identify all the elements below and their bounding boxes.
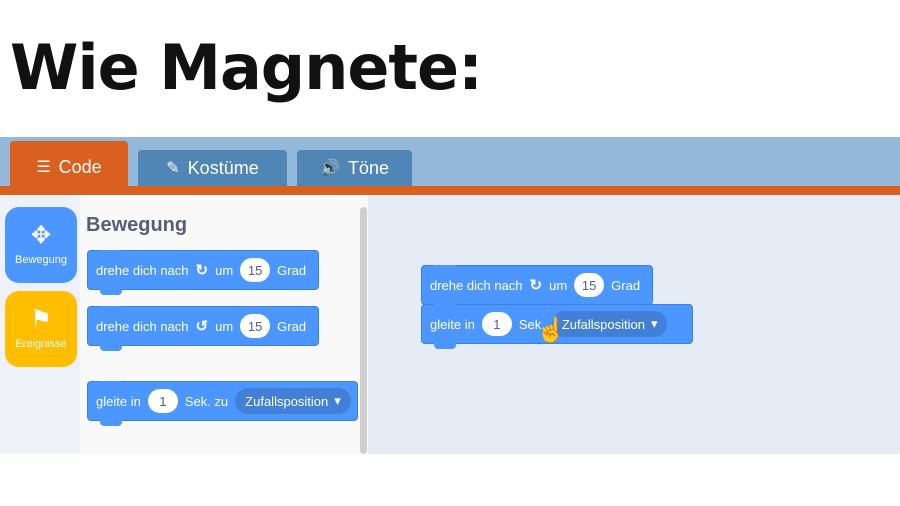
target-dropdown[interactable]: Zufallsposition ▾ xyxy=(551,311,668,337)
block-notch xyxy=(100,288,122,295)
block-text: gleite in xyxy=(430,316,475,332)
block-text: drehe dich nach xyxy=(430,277,523,293)
block-notch xyxy=(100,344,122,351)
palette-scrollbar[interactable] xyxy=(360,207,367,454)
block-text: gleite in xyxy=(96,393,141,409)
hand-cursor-icon: ☝ xyxy=(536,317,566,344)
seconds-input[interactable]: 1 xyxy=(147,389,178,413)
dropdown-value: Zufallsposition xyxy=(561,316,645,332)
degrees-input[interactable]: 15 xyxy=(240,314,271,338)
tab-sounds[interactable]: 🔊 Töne xyxy=(297,150,412,186)
category-events-label: Ereignisse xyxy=(15,338,67,350)
category-column: ✥ Bewegung ⚑ Ereignisse xyxy=(0,195,80,454)
flag-icon: ⚑ xyxy=(30,306,52,333)
palette-block-glide[interactable]: gleite in 1 Sek. zu Zufallsposition ▾ xyxy=(87,381,358,426)
rotate-right-icon: ↻ xyxy=(195,262,209,279)
tab-costumes[interactable]: ✎ Kostüme xyxy=(138,150,287,186)
target-dropdown[interactable]: Zufallsposition ▾ xyxy=(235,388,351,414)
rotate-right-icon: ↻ xyxy=(529,277,543,294)
tab-code[interactable]: ☰ Code xyxy=(10,141,128,193)
brush-icon: ✎ xyxy=(166,160,180,177)
block-text: um xyxy=(549,277,568,293)
move-arrows-icon: ✥ xyxy=(30,222,52,249)
degrees-input[interactable]: 15 xyxy=(574,273,605,297)
tab-sounds-label: Töne xyxy=(347,157,389,178)
block-text: Grad xyxy=(611,277,641,293)
scratch-editor: ☰ Code ✎ Kostüme 🔊 Töne ✥ Bewegung ⚑ Ere… xyxy=(0,137,900,454)
block-text: Sek. zu xyxy=(184,393,229,409)
block-notch xyxy=(100,419,122,426)
block-text: Grad xyxy=(277,318,307,334)
dropdown-value: Zufallsposition xyxy=(245,393,329,409)
tab-bar-stripe xyxy=(0,186,900,195)
palette-category-title: Bewegung xyxy=(86,214,188,236)
block-text: um xyxy=(215,318,234,334)
chevron-down-icon: ▾ xyxy=(334,393,341,408)
code-icon: ☰ xyxy=(36,159,51,176)
block-text: Grad xyxy=(277,262,307,278)
tab-bar xyxy=(0,137,900,192)
speaker-icon: 🔊 xyxy=(320,160,340,177)
block-text: drehe dich nach xyxy=(96,318,189,334)
degrees-input[interactable]: 15 xyxy=(240,258,271,282)
palette-block-turn-left[interactable]: drehe dich nach ↺ um 15 Grad xyxy=(87,306,319,351)
block-notch xyxy=(434,342,456,349)
category-motion-label: Bewegung xyxy=(15,254,67,266)
block-text: um xyxy=(215,262,234,278)
rotate-left-icon: ↺ xyxy=(195,318,209,335)
seconds-input[interactable]: 1 xyxy=(481,312,512,336)
page-title: Wie Magnete: xyxy=(10,31,483,104)
tab-code-label: Code xyxy=(58,156,102,177)
category-events[interactable]: ⚑ Ereignisse xyxy=(5,291,77,367)
tab-costumes-label: Kostüme xyxy=(187,157,259,178)
palette-block-turn-right[interactable]: drehe dich nach ↻ um 15 Grad xyxy=(87,250,319,295)
category-motion[interactable]: ✥ Bewegung xyxy=(5,207,77,283)
block-text: drehe dich nach xyxy=(96,262,189,278)
workspace-block-turn-right[interactable]: drehe dich nach ↻ um 15 Grad xyxy=(421,265,653,305)
chevron-down-icon: ▾ xyxy=(650,316,658,331)
